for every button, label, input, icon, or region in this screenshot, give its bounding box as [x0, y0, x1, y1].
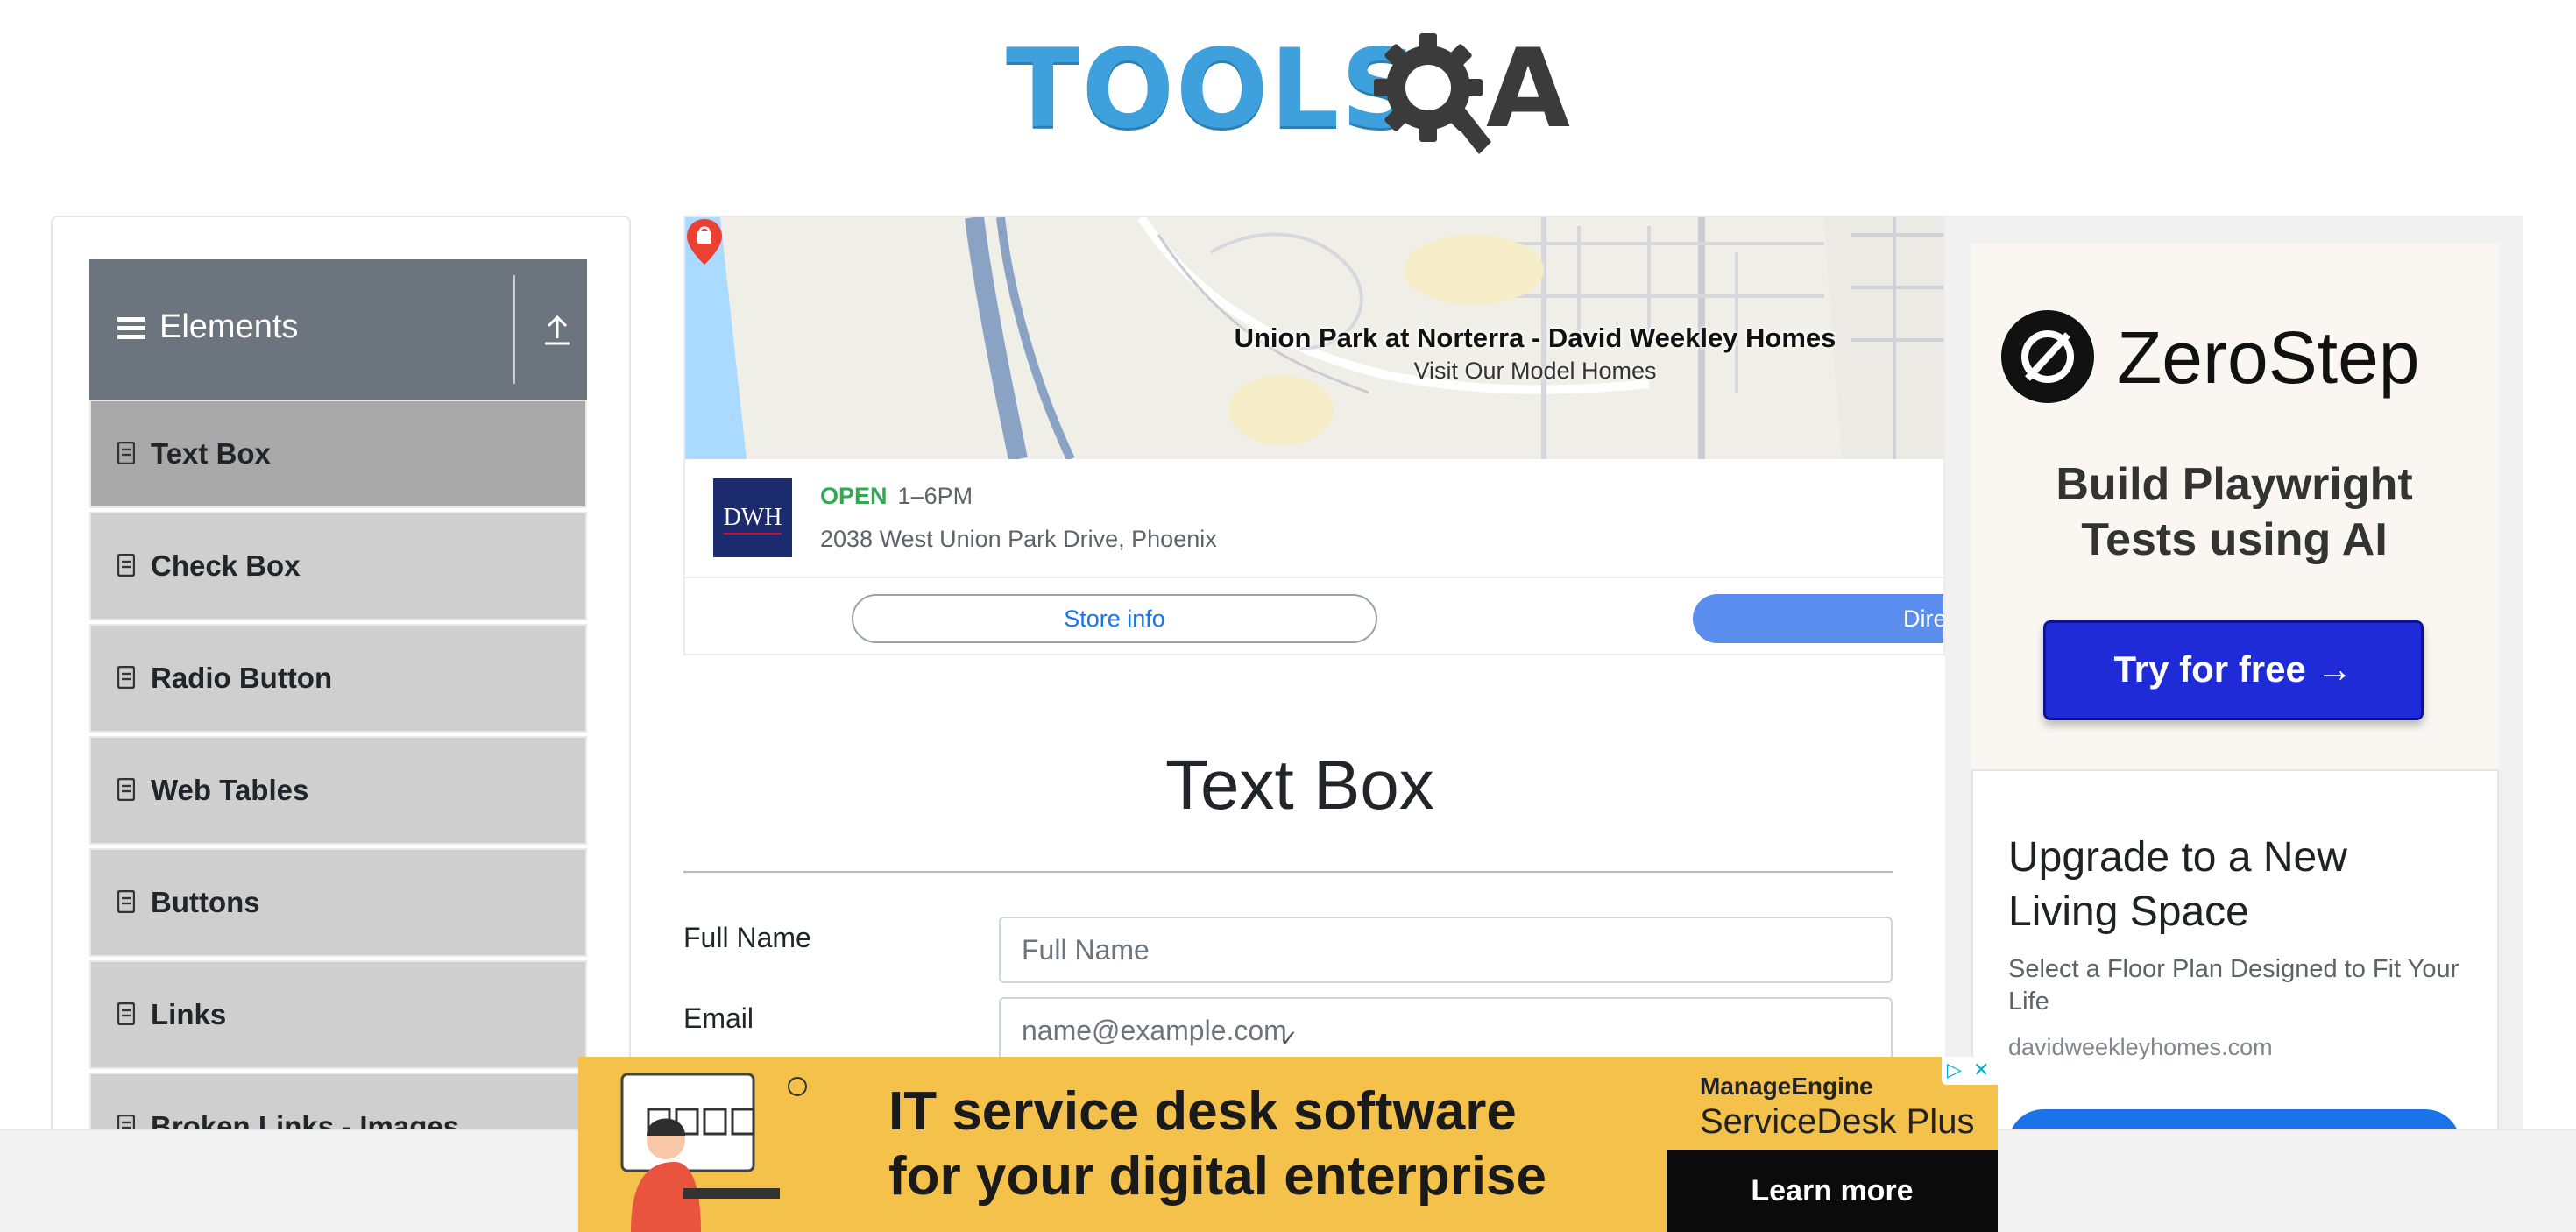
open-status: OPEN [820, 483, 888, 509]
document-icon [117, 666, 135, 689]
sidebar-item-label: Web Tables [151, 774, 309, 806]
sidebar-item-web-tables[interactable]: Web Tables [89, 736, 587, 845]
page-title: Text Box [1165, 746, 1434, 824]
document-icon [117, 890, 135, 913]
document-icon [117, 1002, 135, 1025]
sidebar-item-text-box[interactable]: Text Box [89, 400, 587, 508]
collapse-up-icon[interactable] [541, 312, 573, 347]
zerostep-tagline: Build Playwright Tests using AI [1945, 457, 2523, 568]
right-ad[interactable]: ZeroStep Build Playwright Tests using AI… [1945, 216, 2523, 1232]
sidebar-item-buttons[interactable]: Buttons [89, 848, 587, 957]
ad-brand-top: ManageEngine [1700, 1073, 1873, 1100]
business-logo: DWH [713, 478, 792, 557]
zerostep-tagline-line2: Tests using AI [2081, 514, 2388, 565]
sidebar-item-radio-button[interactable]: Radio Button [89, 624, 587, 733]
full-name-input[interactable] [999, 917, 1893, 983]
open-hours: OPEN 1–6PM [820, 482, 973, 510]
map-ad-divider [685, 577, 1943, 578]
document-icon [117, 554, 135, 577]
logo-text: TOOLS [1006, 26, 1421, 152]
sidebar-item-links[interactable]: Links [89, 960, 587, 1069]
document-icon [117, 442, 135, 464]
title-divider [683, 871, 1893, 873]
place-name[interactable]: Union Park at Norterra - David Weekley H… [685, 322, 1943, 354]
full-name-label: Full Name [683, 922, 811, 953]
hours-text: 1–6PM [897, 483, 973, 509]
bottom-banner-ad[interactable]: IT service desk software for your digita… [578, 1057, 1998, 1232]
group-title: Elements [159, 308, 299, 345]
helpdesk-illustration [620, 1073, 807, 1232]
business-address: 2038 West Union Park Drive, Phoenix [820, 526, 1217, 552]
map-pin-icon[interactable] [685, 217, 724, 266]
ad-choice-controls[interactable]: ▷ ✕ [1942, 1057, 1998, 1085]
sidebar-item-label: Buttons [151, 886, 260, 918]
map-view[interactable]: Union Park at Norterra - David Weekley H… [685, 217, 1943, 459]
toolsqa-logo[interactable]: TOOLS A [1006, 25, 1575, 165]
hamburger-icon [117, 317, 145, 340]
zerostep-tagline-line1: Build Playwright [2056, 459, 2413, 510]
mouse-cursor: ✓ [1279, 1025, 1299, 1051]
ad-heading[interactable]: Upgrade to a New Living Space [2008, 831, 2464, 939]
logo-letter: A [1486, 26, 1570, 152]
email-label: Email [683, 1002, 754, 1034]
sidebar-item-check-box[interactable]: Check Box [89, 512, 587, 620]
close-icon[interactable]: ✕ [1973, 1059, 1989, 1081]
email-input[interactable] [999, 997, 1893, 1064]
gear-icon [1374, 33, 1491, 154]
sidebar-item-label: Radio Button [151, 662, 333, 694]
ad-headline-line2[interactable]: for your digital enterprise [888, 1144, 1546, 1209]
zerostep-logo-icon [2001, 310, 2094, 403]
sidebar-item-label: Links [151, 998, 227, 1030]
ad-description: Select a Floor Plan Designed to Fit Your… [2008, 955, 2459, 1016]
business-logo-text: DWH [723, 504, 782, 535]
document-icon [117, 778, 135, 801]
adchoices-icon[interactable]: ▷ [1947, 1059, 1962, 1081]
header-divider [513, 275, 515, 384]
place-subtitle: Visit Our Model Homes [1413, 358, 1657, 384]
sidebar-item-label: Text Box [151, 437, 271, 470]
zerostep-brand: ZeroStep [2117, 316, 2420, 399]
ad-url[interactable]: davidweekleyhomes.com [2008, 1034, 2273, 1061]
sidebar-item-label: Check Box [151, 549, 301, 582]
directions-button[interactable]: Direc [1693, 594, 1943, 643]
ad-headline-line1[interactable]: IT service desk software [888, 1080, 1517, 1144]
map-ad[interactable]: Union Park at Norterra - David Weekley H… [683, 216, 1945, 655]
try-for-free-button[interactable]: Try for free → [2043, 620, 2424, 720]
elements-group-header[interactable]: Elements [89, 259, 587, 400]
learn-more-button[interactable]: Learn more [1667, 1150, 1998, 1232]
store-info-button[interactable]: Store info [852, 594, 1377, 643]
ad-brand-bottom: ServiceDesk Plus [1700, 1102, 1975, 1141]
